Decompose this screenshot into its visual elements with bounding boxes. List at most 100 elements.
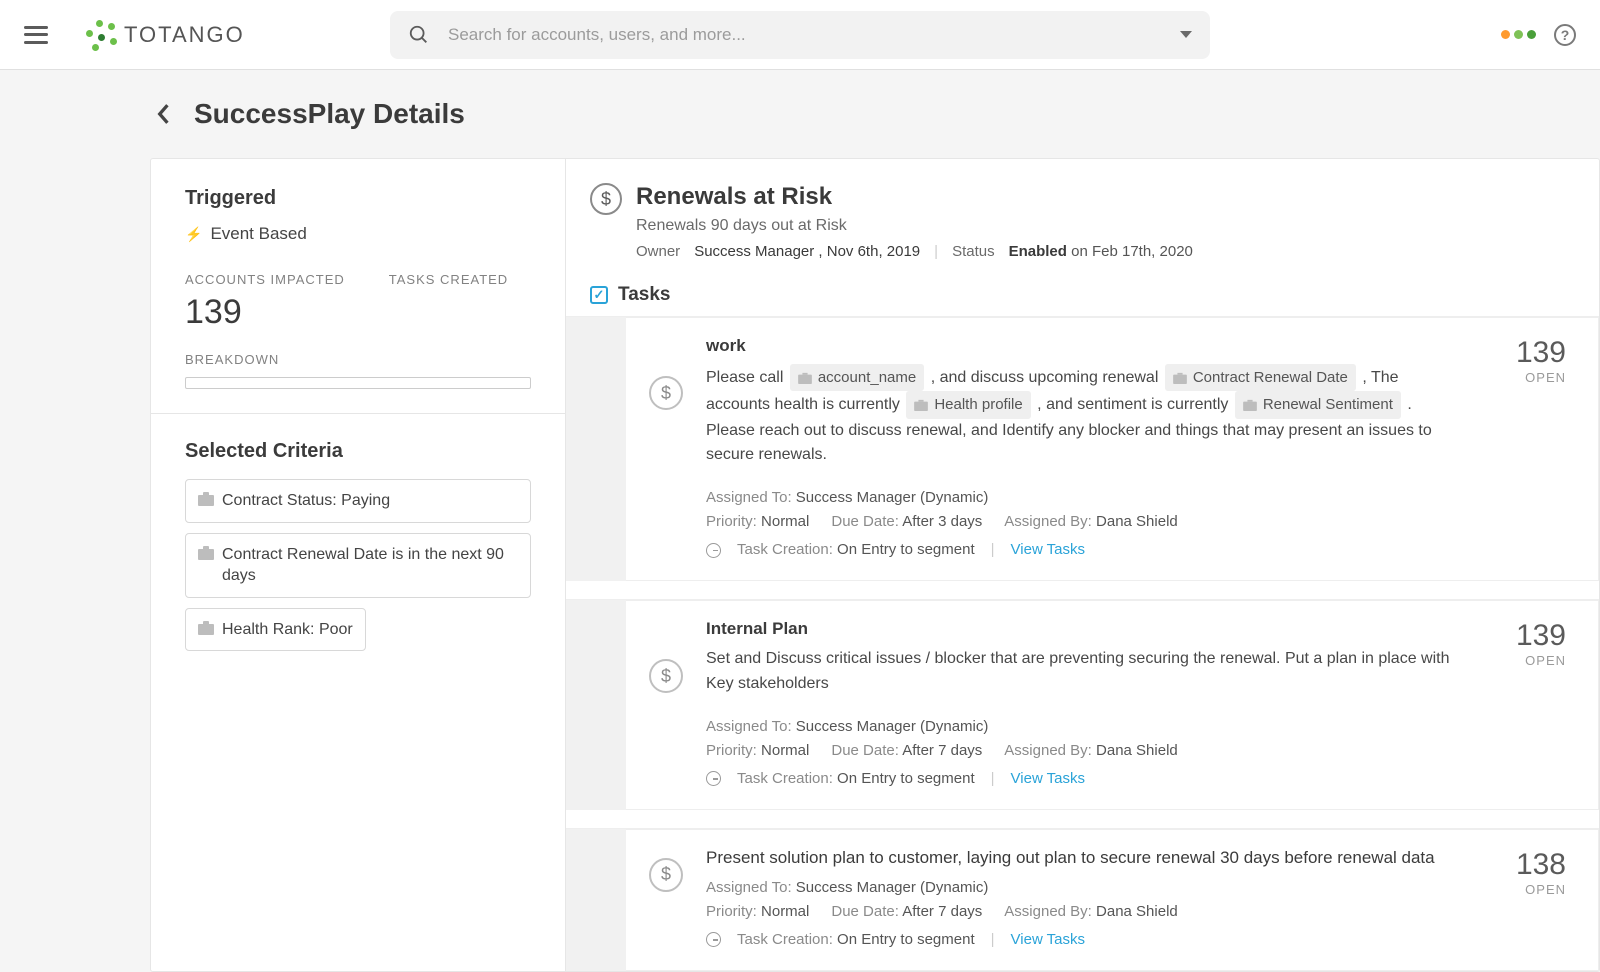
bolt-icon: ⚡ (185, 226, 202, 243)
status-indicator-icon[interactable] (1501, 30, 1536, 39)
task-count-value: 139 (1480, 619, 1566, 653)
global-search[interactable] (390, 11, 1210, 59)
criteria-chip[interactable]: Health Rank: Poor (185, 608, 366, 652)
meta-label: Assigned By: (1004, 513, 1092, 530)
chevron-left-icon (156, 103, 170, 125)
task-drag-handle[interactable] (566, 317, 626, 581)
meta-label: Priority: (706, 903, 757, 920)
clock-icon (706, 932, 721, 947)
search-input[interactable] (448, 25, 1180, 45)
status-date: on Feb 17th, 2020 (1071, 243, 1193, 260)
token-tag[interactable]: Health profile (906, 391, 1030, 418)
owner-label: Owner (636, 243, 680, 260)
check-icon: ✓ (590, 286, 608, 304)
token-tag[interactable]: Contract Renewal Date (1165, 364, 1356, 391)
token-tag[interactable]: account_name (790, 364, 924, 391)
breakdown-bar (185, 377, 531, 389)
task-row: $ work Please call account_name , and di… (566, 316, 1599, 581)
dollar-icon: $ (649, 858, 683, 892)
meta-label: Assigned To: (706, 489, 792, 506)
meta-label: Due Date: (831, 742, 899, 759)
suitcase-icon (198, 492, 214, 506)
meta-label: Task Creation: (737, 541, 833, 558)
task-description: Please call account_name , and discuss u… (706, 364, 1462, 468)
trigger-type-label: Event Based (210, 224, 306, 244)
menu-icon[interactable] (24, 26, 48, 44)
suitcase-icon (914, 399, 928, 411)
breakdown-label: BREAKDOWN (185, 352, 531, 367)
divider: | (991, 928, 995, 952)
divider (151, 413, 565, 414)
meta-value: Normal (761, 513, 809, 530)
left-panel: Triggered ⚡ Event Based ACCOUNTS IMPACTE… (151, 159, 566, 971)
meta-value: Success Manager (Dynamic) (796, 718, 989, 735)
task-count: 139 OPEN (1480, 619, 1570, 668)
task-count-value: 139 (1480, 336, 1566, 370)
suitcase-icon (198, 621, 214, 635)
suitcase-icon (798, 372, 812, 384)
task-row: $ Present solution plan to customer, lay… (566, 828, 1599, 971)
task-count-value: 138 (1480, 848, 1566, 882)
meta-value: Dana Shield (1096, 742, 1178, 759)
detail-card: Triggered ⚡ Event Based ACCOUNTS IMPACTE… (150, 158, 1600, 972)
meta-value: On Entry to segment (837, 770, 975, 787)
clock-icon (706, 771, 721, 786)
token-text: Health profile (934, 393, 1022, 416)
task-text: , and discuss upcoming renewal (931, 369, 1163, 386)
logo-mark-icon (86, 20, 116, 50)
meta-label: Task Creation: (737, 770, 833, 787)
task-title: Present solution plan to customer, layin… (706, 848, 1462, 868)
meta-value: Normal (761, 742, 809, 759)
chevron-down-icon[interactable] (1180, 31, 1192, 38)
criteria-text: Contract Status: Paying (222, 490, 390, 512)
page-title: SuccessPlay Details (194, 98, 465, 130)
meta-label: Assigned To: (706, 718, 792, 735)
meta-value: Success Manager (Dynamic) (796, 879, 989, 896)
suitcase-icon (1173, 372, 1187, 384)
view-tasks-link[interactable]: View Tasks (1011, 928, 1085, 952)
token-tag[interactable]: Renewal Sentiment (1235, 391, 1401, 418)
main-panel: $ Renewals at Risk Renewals 90 days out … (566, 159, 1599, 971)
meta-value: On Entry to segment (837, 541, 975, 558)
status-label: Status (952, 243, 995, 260)
meta-label: Due Date: (831, 513, 899, 530)
divider: | (991, 767, 995, 791)
meta-value: After 7 days (902, 742, 982, 759)
meta-value: On Entry to segment (837, 931, 975, 948)
logo[interactable]: TOTANGO (86, 20, 245, 50)
task-title: Internal Plan (706, 619, 1462, 639)
dollar-icon: $ (649, 659, 683, 693)
back-button[interactable] (150, 101, 176, 127)
meta-label: Priority: (706, 513, 757, 530)
metric-label: TASKS CREATED (389, 272, 508, 287)
meta-value: Dana Shield (1096, 903, 1178, 920)
token-text: Renewal Sentiment (1263, 393, 1393, 416)
task-count: 138 OPEN (1480, 848, 1570, 897)
task-drag-handle[interactable] (566, 600, 626, 810)
view-tasks-link[interactable]: View Tasks (1011, 538, 1085, 562)
metric-label: ACCOUNTS IMPACTED (185, 272, 345, 287)
task-row: $ Internal Plan Set and Discuss critical… (566, 599, 1599, 810)
metric-value: 139 (185, 293, 345, 332)
meta-label: Assigned By: (1004, 742, 1092, 759)
meta-label: Priority: (706, 742, 757, 759)
suitcase-icon (198, 546, 214, 560)
triggered-heading: Triggered (185, 187, 531, 210)
view-tasks-link[interactable]: View Tasks (1011, 767, 1085, 791)
help-icon[interactable]: ? (1554, 24, 1576, 46)
meta-value: After 3 days (902, 513, 982, 530)
criteria-chip[interactable]: Contract Renewal Date is in the next 90 … (185, 533, 531, 598)
criteria-chip[interactable]: Contract Status: Paying (185, 479, 531, 523)
criteria-text: Health Rank: Poor (222, 619, 353, 641)
task-count-label: OPEN (1480, 370, 1566, 385)
meta-label: Due Date: (831, 903, 899, 920)
meta-value: Dana Shield (1096, 513, 1178, 530)
suitcase-icon (1243, 399, 1257, 411)
task-count-label: OPEN (1480, 653, 1566, 668)
tasks-heading-label: Tasks (618, 284, 670, 306)
task-count-label: OPEN (1480, 882, 1566, 897)
meta-label: Assigned To: (706, 879, 792, 896)
clock-icon (706, 543, 721, 558)
meta-label: Assigned By: (1004, 903, 1092, 920)
trigger-type: ⚡ Event Based (185, 224, 531, 244)
